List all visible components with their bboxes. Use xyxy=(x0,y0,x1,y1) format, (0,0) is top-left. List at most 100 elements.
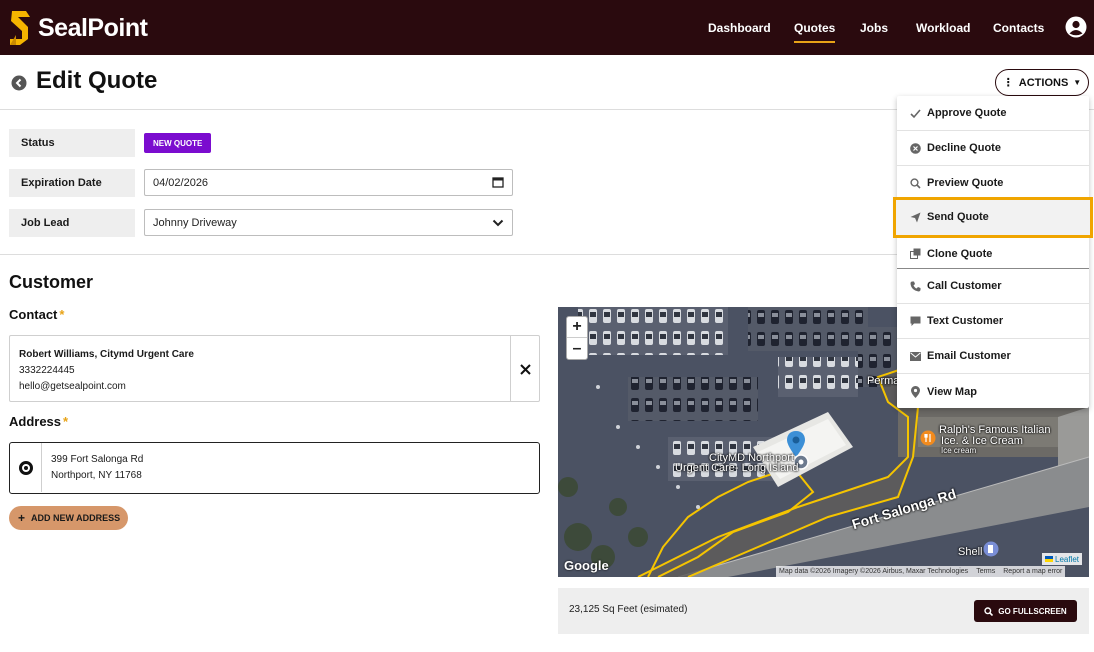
job-lead-label: Job Lead xyxy=(9,209,135,237)
brand-name: SealPoint xyxy=(38,13,148,42)
actions-dropdown-menu: Approve Quote Decline Quote Preview Quot… xyxy=(893,96,1093,409)
job-lead-select[interactable]: Johnny Driveway xyxy=(144,209,513,236)
contact-heading-text: Contact xyxy=(9,307,58,322)
back-arrow-icon[interactable] xyxy=(11,75,27,91)
zoom-in-button[interactable]: + xyxy=(567,317,587,338)
terms-link[interactable]: Terms xyxy=(976,568,995,575)
kebab-icon: ⋮ xyxy=(1002,77,1014,89)
menu-preview-quote-label: Preview Quote xyxy=(927,177,1004,189)
menu-call-customer-label: Call Customer xyxy=(927,280,1002,292)
contact-phone: 3332224445 xyxy=(19,365,75,376)
map-label-shell: Shell xyxy=(958,546,983,558)
contact-card-separator xyxy=(510,336,511,401)
chevron-down-icon xyxy=(492,219,504,227)
envelope-icon xyxy=(909,350,921,362)
map-attribution: Map data ©2026 Imagery ©2026 Airbus, Max… xyxy=(776,566,1066,577)
go-fullscreen-label: GO FULLSCREEN xyxy=(998,606,1067,616)
menu-decline-quote-label: Decline Quote xyxy=(927,142,1001,154)
caret-down-icon: ▼ xyxy=(1073,78,1082,87)
calendar-icon[interactable] xyxy=(492,176,504,188)
menu-email-customer-label: Email Customer xyxy=(927,350,1011,362)
nav-quotes[interactable]: Quotes xyxy=(794,21,836,43)
address-info: 399 Fort Salonga Rd Northport, NY 11768 xyxy=(51,452,143,484)
address-card[interactable]: 399 Fort Salonga Rd Northport, NY 11768 xyxy=(9,442,540,494)
status-badge: NEW QUOTE xyxy=(144,133,212,153)
contact-name: Robert Williams, Citymd Urgent Care xyxy=(19,349,194,360)
form-divider xyxy=(0,254,897,255)
zoom-out-button[interactable]: – xyxy=(567,338,587,359)
leaflet-attribution[interactable]: Leaflet xyxy=(1042,553,1083,565)
paper-plane-icon xyxy=(909,211,921,223)
nav-contacts[interactable]: Contacts xyxy=(993,21,1044,35)
menu-approve-quote-label: Approve Quote xyxy=(927,107,1007,119)
user-account-icon[interactable] xyxy=(1065,16,1087,38)
address-heading: Address * xyxy=(9,414,68,429)
menu-text-customer[interactable]: Text Customer xyxy=(897,304,1089,339)
menu-clone-quote-label: Clone Quote xyxy=(927,247,993,260)
contact-card[interactable]: Robert Williams, Citymd Urgent Care 3332… xyxy=(9,335,540,402)
required-marker: * xyxy=(63,414,69,429)
address-heading-text: Address xyxy=(9,414,62,429)
menu-preview-quote[interactable]: Preview Quote xyxy=(897,166,1089,201)
menu-view-map-label: View Map xyxy=(927,385,977,398)
gas-station-marker-icon[interactable] xyxy=(983,541,999,557)
menu-clone-quote[interactable]: Clone Quote xyxy=(897,236,1089,271)
search-icon xyxy=(984,606,994,616)
address-card-separator xyxy=(41,443,42,492)
page-title: Edit Quote xyxy=(36,67,158,94)
menu-send-quote[interactable]: Send Quote xyxy=(893,197,1093,238)
address-radio[interactable] xyxy=(19,461,33,475)
menu-send-quote-label: Send Quote xyxy=(927,211,989,223)
remove-contact-button[interactable] xyxy=(513,360,537,378)
contact-email: hello@getsealpoint.com xyxy=(19,381,126,392)
ukraine-flag-icon xyxy=(1045,556,1053,562)
expiration-date-input[interactable]: 04/02/2026 xyxy=(144,169,513,196)
menu-view-map[interactable]: View Map xyxy=(897,374,1089,409)
plus-icon: + xyxy=(18,511,26,525)
area-estimate: 23,125 Sq Feet (esimated) xyxy=(569,604,688,615)
menu-call-customer[interactable]: Call Customer xyxy=(897,269,1089,304)
map-data-credit: Map data ©2026 Imagery ©2026 Airbus, Max… xyxy=(779,568,969,575)
restaurant-marker-icon[interactable] xyxy=(920,430,936,446)
menu-text-customer-label: Text Customer xyxy=(927,315,1004,327)
close-icon xyxy=(519,363,531,375)
nav-workload[interactable]: Workload xyxy=(916,21,970,35)
contact-heading: Contact * xyxy=(9,307,64,322)
go-fullscreen-button[interactable]: GO FULLSCREEN xyxy=(974,600,1077,622)
google-logo: Google xyxy=(564,558,609,573)
check-icon xyxy=(909,107,921,119)
expiration-date-value: 04/02/2026 xyxy=(153,176,209,189)
menu-approve-quote[interactable]: Approve Quote xyxy=(897,96,1089,131)
menu-decline-quote[interactable]: Decline Quote xyxy=(897,131,1089,166)
leaflet-link[interactable]: Leaflet xyxy=(1055,555,1079,564)
map-label-ralphs-3: Ice cream xyxy=(941,446,977,455)
x-circle-icon xyxy=(909,142,921,154)
map-zoom-control: + – xyxy=(566,316,588,360)
status-label: Status xyxy=(9,129,135,157)
brand-logo[interactable]: SealPoint xyxy=(8,8,148,48)
address-line-1: 399 Fort Salonga Rd xyxy=(51,454,144,465)
required-marker: * xyxy=(59,307,65,322)
copy-icon xyxy=(909,248,921,260)
actions-label: ACTIONS xyxy=(1018,76,1069,89)
add-new-address-button[interactable]: + ADD NEW ADDRESS xyxy=(9,506,128,530)
customer-section-title: Customer xyxy=(9,272,94,292)
sealpoint-logo-icon xyxy=(10,11,30,45)
contact-info: Robert Williams, Citymd Urgent Care 3332… xyxy=(19,347,194,395)
search-icon xyxy=(909,177,921,189)
menu-email-customer[interactable]: Email Customer xyxy=(897,339,1089,374)
report-map-error-link[interactable]: Report a map error xyxy=(1003,568,1062,575)
map-label-citymd-2: Urgent Care- Long Island xyxy=(675,462,799,474)
phone-icon xyxy=(909,280,921,292)
nav-jobs[interactable]: Jobs xyxy=(860,21,888,35)
expiration-date-label: Expiration Date xyxy=(9,169,135,197)
map-pin-icon xyxy=(909,385,921,398)
job-lead-value: Johnny Driveway xyxy=(153,216,237,229)
add-address-label: ADD NEW ADDRESS xyxy=(31,513,121,523)
nav-dashboard[interactable]: Dashboard xyxy=(708,21,771,35)
map-label-perma: Perma xyxy=(867,375,900,387)
top-navbar: SealPoint Dashboard Quotes Jobs Workload… xyxy=(0,0,1094,55)
address-line-2: Northport, NY 11768 xyxy=(51,470,142,481)
chat-icon xyxy=(909,315,921,327)
actions-button[interactable]: ⋮ ACTIONS ▼ xyxy=(995,69,1089,96)
